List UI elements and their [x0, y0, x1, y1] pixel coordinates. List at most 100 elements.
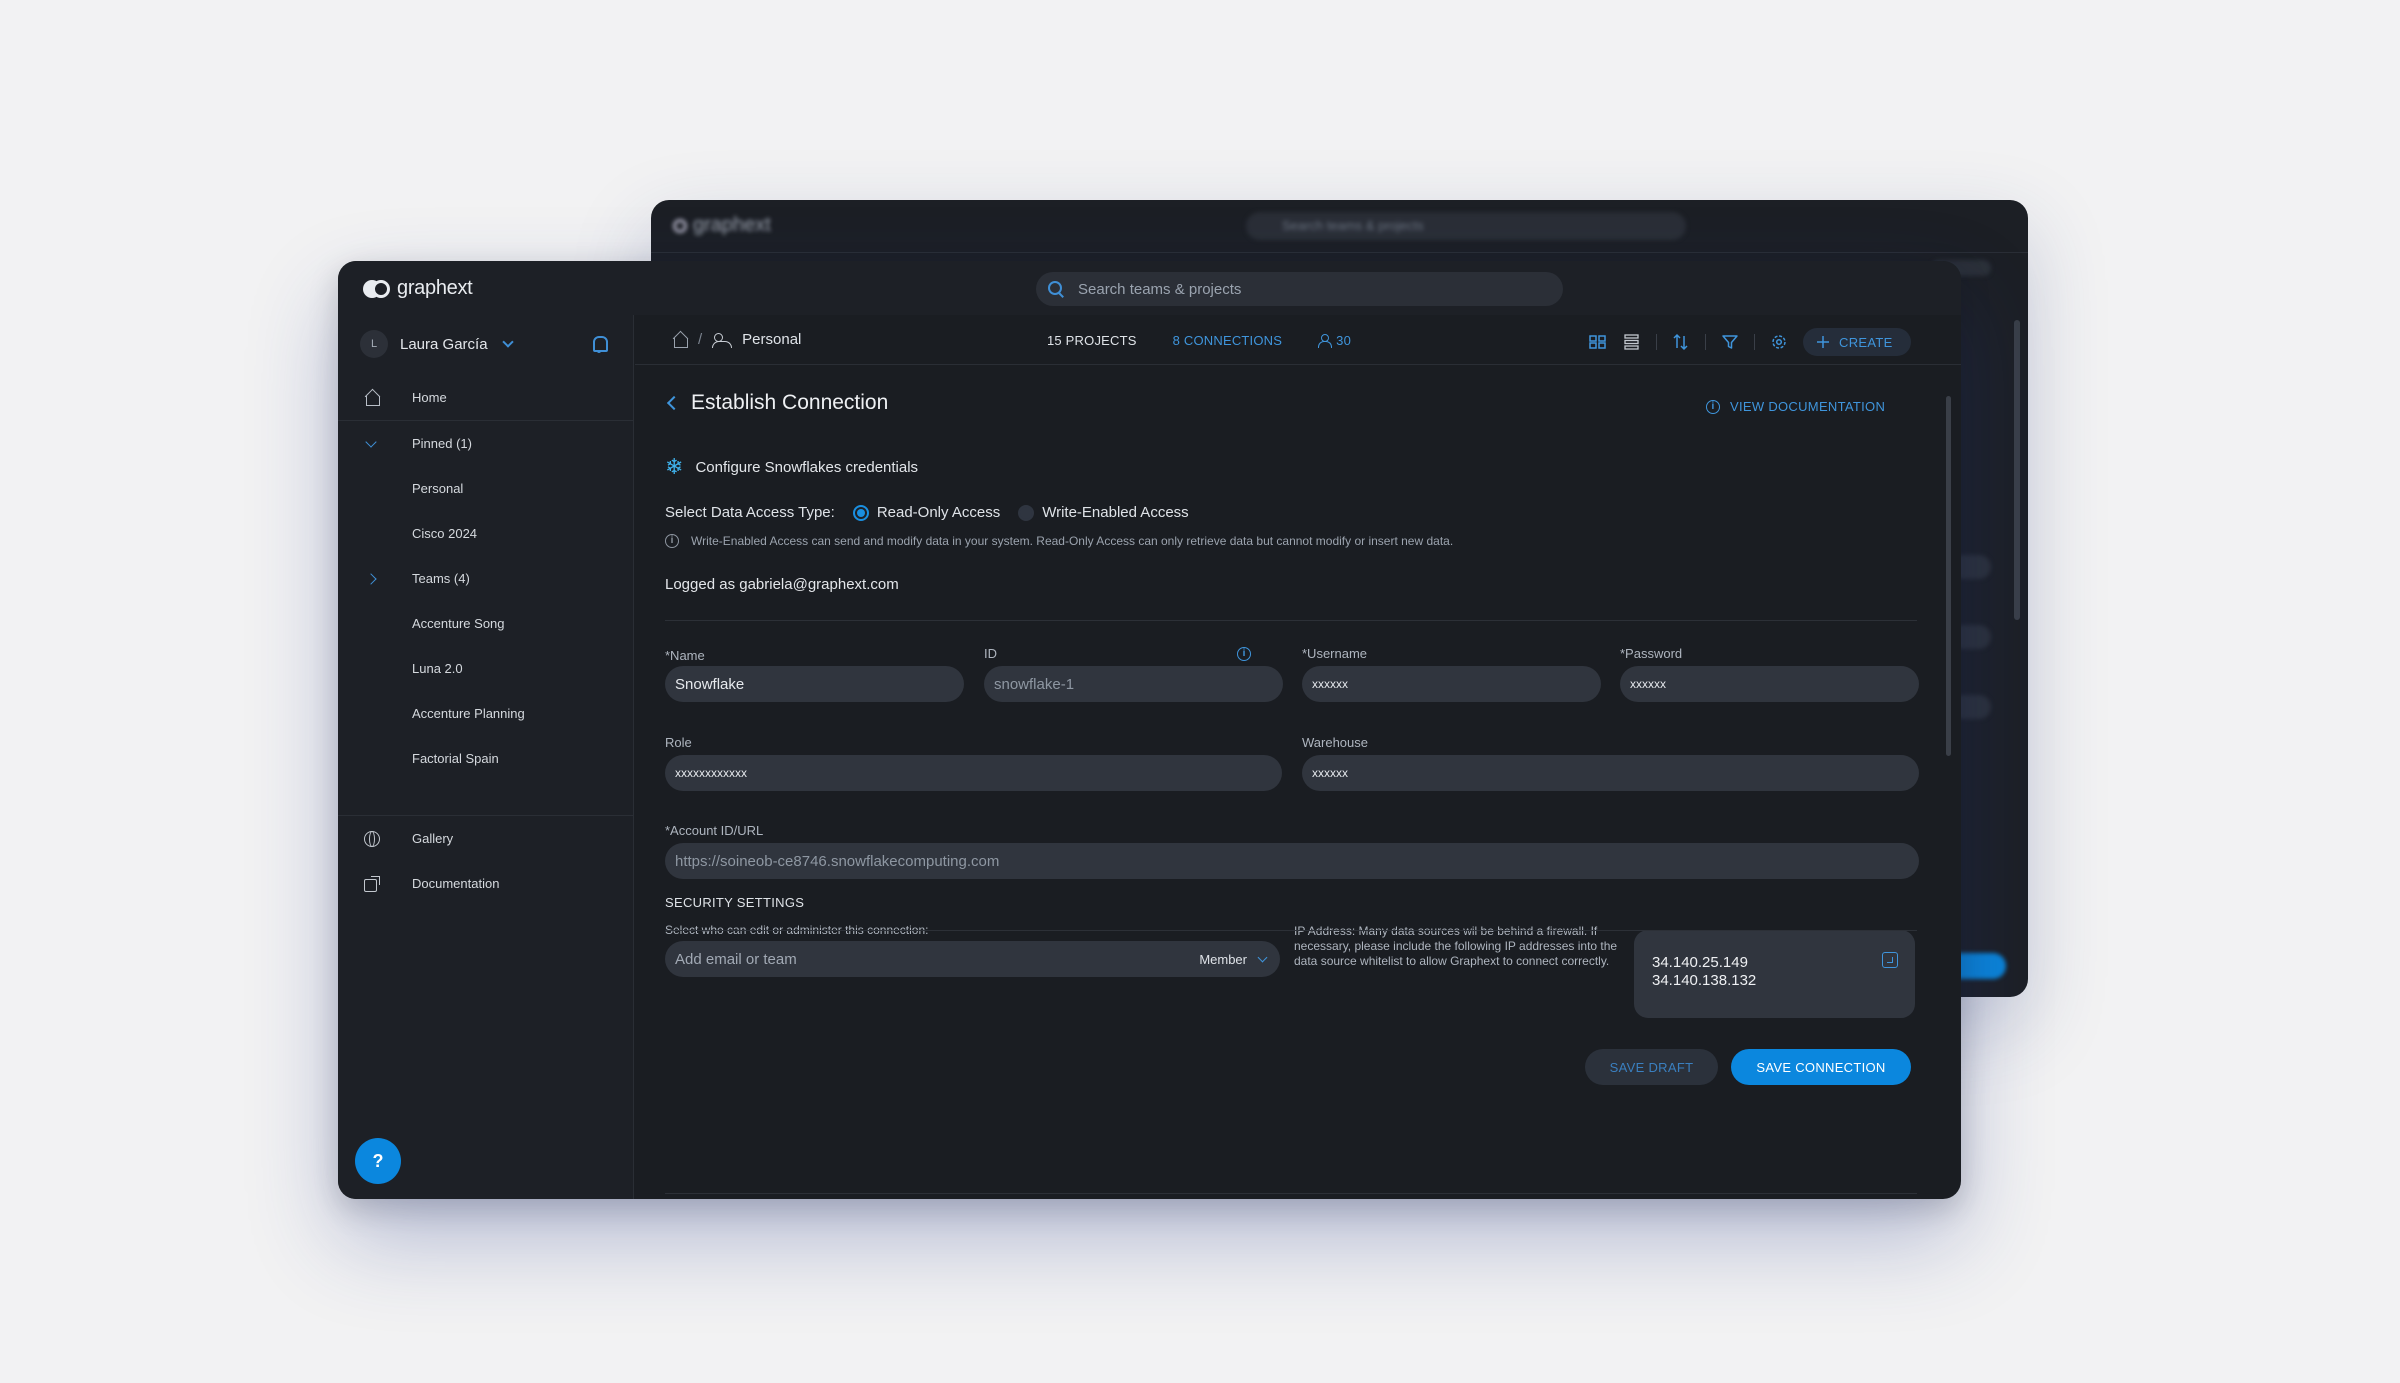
role-value: xxxxxxxxxxxx: [675, 766, 747, 780]
users-count[interactable]: 30: [1318, 333, 1351, 348]
sidebar-item-label: Teams (4): [412, 571, 470, 586]
password-label: *Password: [1620, 646, 1683, 661]
background-search: Search teams & projects: [1246, 212, 1686, 240]
sort-icon[interactable]: [1671, 332, 1691, 352]
access-type-group: Select Data Access Type: Read-Only Acces…: [665, 504, 1189, 521]
sidebar-item-pinned[interactable]: Pinned (1): [338, 421, 633, 466]
info-icon[interactable]: i: [1237, 647, 1251, 661]
sidebar-item-gallery[interactable]: Gallery: [338, 816, 633, 861]
avatar: L: [360, 330, 388, 358]
divider: [1656, 334, 1657, 350]
create-label: CREATE: [1839, 334, 1893, 350]
sidebar-item-label: Accenture Song: [412, 616, 505, 631]
logo-icon: [363, 278, 393, 300]
password-field[interactable]: xxxxxx: [1620, 666, 1919, 702]
ip-address: 34.140.138.132: [1652, 972, 1757, 989]
help-button[interactable]: ?: [355, 1138, 401, 1184]
chevron-down-icon: [1257, 952, 1268, 962]
grid-view-icon[interactable]: [1588, 332, 1608, 352]
subheader: / Personal 15 PROJECTS 8 CONNECTIONS 30: [635, 315, 1961, 365]
sidebar-item-cisco-2024[interactable]: Cisco 2024: [338, 511, 633, 556]
id-field[interactable]: snowflake-1: [984, 666, 1283, 702]
configure-heading: ❄ Configure Snowflakes credentials: [665, 456, 918, 478]
sidebar-item-factorial-spain[interactable]: Factorial Spain: [338, 736, 633, 781]
add-member-placeholder: Add email or team: [675, 950, 797, 968]
sidebar-item-label: Pinned (1): [412, 436, 472, 451]
main-window: graphext Search teams & projects L Laura…: [338, 261, 1961, 1199]
role-label: Role: [665, 735, 692, 750]
ip-address: 34.140.25.149: [1652, 954, 1748, 971]
bell-icon[interactable]: [592, 336, 608, 353]
security-title: SECURITY SETTINGS: [665, 895, 805, 910]
sidebar-item-label: Factorial Spain: [412, 751, 499, 766]
snowflake-icon: ❄: [665, 454, 684, 479]
back-icon[interactable]: [666, 395, 682, 411]
main-content: Establish Connection i VIEW DOCUMENTATIO…: [635, 366, 1961, 1199]
sidebar-item-label: Personal: [412, 481, 464, 496]
add-member-input[interactable]: Add email or team Member: [665, 941, 1280, 977]
background-logo-text: graphext: [693, 214, 771, 236]
id-label: ID: [984, 646, 997, 661]
view-documentation-link[interactable]: i VIEW DOCUMENTATION: [1706, 399, 1885, 414]
ip-address-box: 34.140.25.149 34.140.138.132: [1634, 930, 1915, 1018]
write-enabled-radio[interactable]: [1018, 504, 1035, 521]
projects-count[interactable]: 15 PROJECTS: [1047, 333, 1137, 348]
warehouse-value: xxxxxx: [1312, 766, 1348, 780]
access-note: i Write-Enabled Access can send and modi…: [665, 534, 1453, 548]
name-label: *Name: [665, 648, 705, 663]
sidebar-item-personal[interactable]: Personal: [338, 466, 633, 511]
chevron-right-icon: [364, 571, 380, 587]
user-menu[interactable]: L Laura García: [360, 330, 514, 358]
background-scrollbar: [2014, 320, 2020, 620]
search-input[interactable]: Search teams & projects: [1036, 272, 1563, 306]
info-icon: i: [1706, 399, 1720, 414]
sidebar-item-accenture-song[interactable]: Accenture Song: [338, 601, 633, 646]
list-view-icon[interactable]: [1622, 332, 1642, 352]
create-button[interactable]: CREATE: [1803, 328, 1911, 356]
sidebar-item-documentation[interactable]: Documentation: [338, 861, 633, 906]
users-count-value: 30: [1336, 333, 1352, 348]
id-value: snowflake-1: [994, 675, 1075, 693]
username-label: *Username: [1302, 646, 1368, 661]
app-logo[interactable]: graphext: [363, 277, 473, 300]
member-role-value: Member: [1199, 951, 1247, 967]
sidebar-item-label: Home: [412, 390, 447, 405]
connections-count[interactable]: 8 CONNECTIONS: [1173, 333, 1283, 348]
logged-as: Logged as gabriela@graphext.com: [665, 576, 899, 593]
scrollbar[interactable]: [1946, 396, 1951, 756]
copy-icon[interactable]: [1882, 952, 1898, 968]
account-field[interactable]: https://soineob-ce8746.snowflakecomputin…: [665, 843, 1919, 879]
search-icon: [1048, 281, 1064, 297]
globe-icon: [364, 831, 380, 847]
search-placeholder: Search teams & projects: [1078, 280, 1242, 298]
username-field[interactable]: xxxxxx: [1302, 666, 1601, 702]
sidebar-item-luna[interactable]: Luna 2.0: [338, 646, 633, 691]
sidebar-item-accenture-planning[interactable]: Accenture Planning: [338, 691, 633, 736]
save-draft-button[interactable]: SAVE DRAFT: [1585, 1049, 1718, 1085]
home-icon[interactable]: [672, 332, 688, 348]
sidebar-item-label: Cisco 2024: [412, 526, 478, 541]
read-only-label[interactable]: Read-Only Access: [877, 504, 1000, 521]
external-link-icon: [364, 876, 380, 892]
page-title-text: Establish Connection: [691, 391, 889, 414]
save-connection-button[interactable]: SAVE CONNECTION: [1731, 1049, 1911, 1085]
stats: 15 PROJECTS 8 CONNECTIONS 30: [1047, 333, 1351, 348]
logo-text: graphext: [397, 277, 473, 299]
name-field[interactable]: Snowflake: [665, 666, 964, 702]
role-field[interactable]: xxxxxxxxxxxx: [665, 755, 1282, 791]
read-only-radio[interactable]: [852, 504, 869, 521]
gear-icon[interactable]: [1769, 332, 1789, 352]
top-bar: graphext Search teams & projects: [338, 261, 1961, 315]
breadcrumb-current[interactable]: Personal: [742, 331, 801, 348]
write-enabled-label[interactable]: Write-Enabled Access: [1042, 504, 1188, 521]
sidebar-item-home[interactable]: Home: [338, 375, 633, 420]
divider: [1705, 334, 1706, 350]
view-documentation-label: VIEW DOCUMENTATION: [1730, 399, 1886, 414]
divider: [1754, 334, 1755, 350]
warehouse-field[interactable]: xxxxxx: [1302, 755, 1919, 791]
home-icon: [364, 390, 380, 406]
filter-icon[interactable]: [1720, 332, 1740, 352]
member-role-select[interactable]: Member: [1199, 951, 1268, 967]
sidebar-item-teams[interactable]: Teams (4): [338, 556, 633, 601]
user-name: Laura García: [400, 335, 488, 353]
